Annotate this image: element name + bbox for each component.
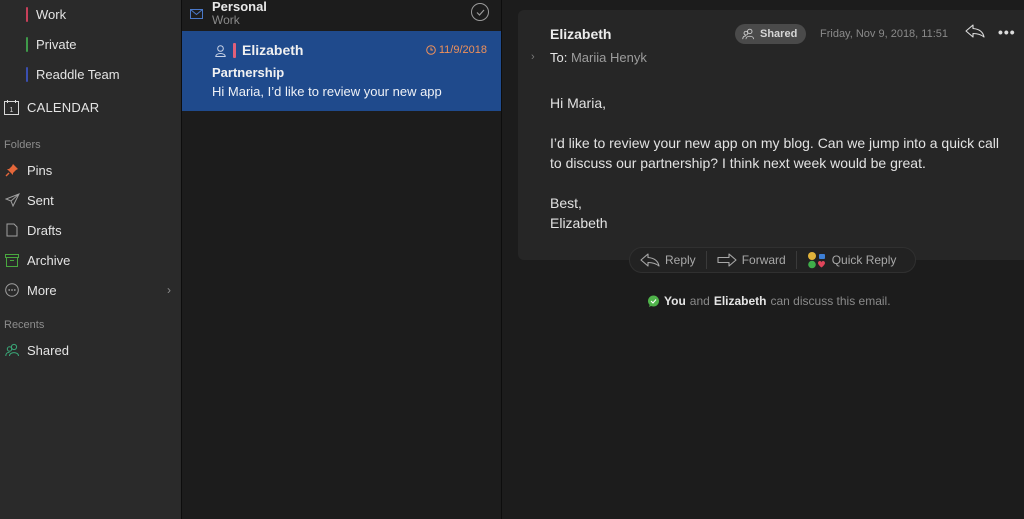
recipient-name: Mariia Henyk <box>570 50 647 65</box>
sidebar-item-sent[interactable]: Sent <box>0 186 181 214</box>
email-greeting: Hi Maria, <box>550 95 607 111</box>
checkmark-icon <box>476 9 484 16</box>
message-list: Personal Work Elizabeth 11/9/2018 Partne… <box>182 0 501 519</box>
chat-bubble-icon <box>648 295 659 307</box>
sidebar-item-archive[interactable]: Archive <box>0 246 181 274</box>
email-body: Hi Maria, I’d like to review your new ap… <box>550 93 1010 233</box>
reply-icon-button[interactable] <box>965 24 985 43</box>
message-date-text: 11/9/2018 <box>438 44 487 56</box>
forward-arrow-icon <box>717 253 737 267</box>
people-icon <box>742 28 755 40</box>
document-icon <box>4 222 20 238</box>
email-signature: Elizabeth <box>550 215 608 231</box>
quick-reply-button[interactable]: Quick Reply <box>797 248 907 272</box>
discussion-participant: Elizabeth <box>713 294 767 308</box>
message-reader: › Elizabeth To: Mariia Henyk Shared Frid… <box>502 0 1024 519</box>
sidebar-item-label: Drafts <box>27 222 62 238</box>
discussion-text: can discuss this email. <box>770 294 891 308</box>
sidebar-item-label: Work <box>36 6 67 22</box>
sidebar-item-label: Pins <box>27 162 53 178</box>
reply-button[interactable]: Reply <box>630 248 706 272</box>
envelope-icon <box>190 6 203 24</box>
sidebar-item-label: More <box>27 282 57 298</box>
tag-color-bar <box>26 36 28 52</box>
clock-icon <box>426 45 436 55</box>
svg-text:1: 1 <box>9 107 13 114</box>
message-subject: Partnership <box>212 65 285 80</box>
sidebar: Work Private Readdle Team 1 CALENDAR Fol… <box>0 0 181 519</box>
shared-label: Shared <box>760 28 798 40</box>
folders-header: Folders <box>4 139 41 151</box>
sidebar-item-label: Private <box>36 36 77 52</box>
sidebar-tag-private[interactable]: Private <box>0 30 181 58</box>
sidebar-item-shared[interactable]: Shared <box>0 336 181 364</box>
email-actions-bar: Reply Forward Quick Reply <box>629 247 916 273</box>
message-list-item[interactable]: Elizabeth 11/9/2018 Partnership Hi Maria… <box>182 31 501 111</box>
sidebar-item-label: Shared <box>27 342 69 358</box>
discussion-note: You and Elizabeth can discuss this email… <box>647 294 891 308</box>
email-recipients: To: Mariia Henyk <box>550 50 647 65</box>
email-sender: Elizabeth <box>550 26 612 42</box>
pin-icon <box>4 162 20 178</box>
sidebar-item-label: Readdle Team <box>36 66 120 82</box>
email-paragraph: I’d like to review your new app on my bl… <box>550 135 999 171</box>
chevron-right-icon: › <box>167 283 171 297</box>
sidebar-item-more[interactable]: More › <box>0 276 181 304</box>
reply-icon <box>640 253 660 267</box>
sidebar-calendar[interactable]: 1 CALENDAR <box>0 93 181 121</box>
email-date: Friday, Nov 9, 2018, 11:51 <box>820 28 948 40</box>
mark-done-button[interactable] <box>471 3 489 21</box>
email-signoff: Best, <box>550 195 582 211</box>
people-icon <box>4 342 20 358</box>
reply-label: Reply <box>665 253 696 267</box>
paper-plane-icon <box>4 192 20 208</box>
sidebar-item-pins[interactable]: Pins <box>0 156 181 184</box>
person-icon <box>215 44 226 62</box>
group-title: Personal <box>212 0 267 14</box>
sidebar-item-label: CALENDAR <box>27 99 100 115</box>
tag-color-bar <box>26 6 28 22</box>
shared-badge[interactable]: Shared <box>735 24 807 44</box>
recents-header: Recents <box>4 319 45 331</box>
ellipsis-circle-icon <box>4 282 20 298</box>
email-card: › Elizabeth To: Mariia Henyk Shared Frid… <box>518 10 1024 260</box>
message-preview: Hi Maria, I’d like to review your new ap… <box>212 84 442 99</box>
sidebar-tag-work[interactable]: Work <box>0 0 181 28</box>
calendar-icon: 1 <box>4 99 19 115</box>
message-date: 11/9/2018 <box>426 44 487 56</box>
more-options-icon[interactable]: ••• <box>998 24 1016 40</box>
discussion-and: and <box>689 294 710 308</box>
tag-color-bar <box>26 66 28 82</box>
sidebar-item-drafts[interactable]: Drafts <box>0 216 181 244</box>
message-group-header[interactable]: Personal Work <box>182 0 501 30</box>
message-sender: Elizabeth <box>242 42 304 58</box>
quick-reply-emoji-icon <box>807 252 825 269</box>
forward-button[interactable]: Forward <box>707 248 796 272</box>
archive-box-icon <box>4 252 20 268</box>
sidebar-item-label: Sent <box>27 192 54 208</box>
tag-color-bar <box>233 43 236 58</box>
discussion-you: You <box>664 294 686 308</box>
group-subtitle: Work <box>212 13 240 27</box>
sidebar-tag-readdle-team[interactable]: Readdle Team <box>0 60 181 88</box>
sidebar-item-label: Archive <box>27 252 71 268</box>
to-label: To: <box>550 50 568 65</box>
forward-label: Forward <box>741 253 786 267</box>
expand-details-icon[interactable]: › <box>531 51 535 63</box>
reply-icon <box>965 24 985 38</box>
quick-reply-label: Quick Reply <box>831 253 897 267</box>
